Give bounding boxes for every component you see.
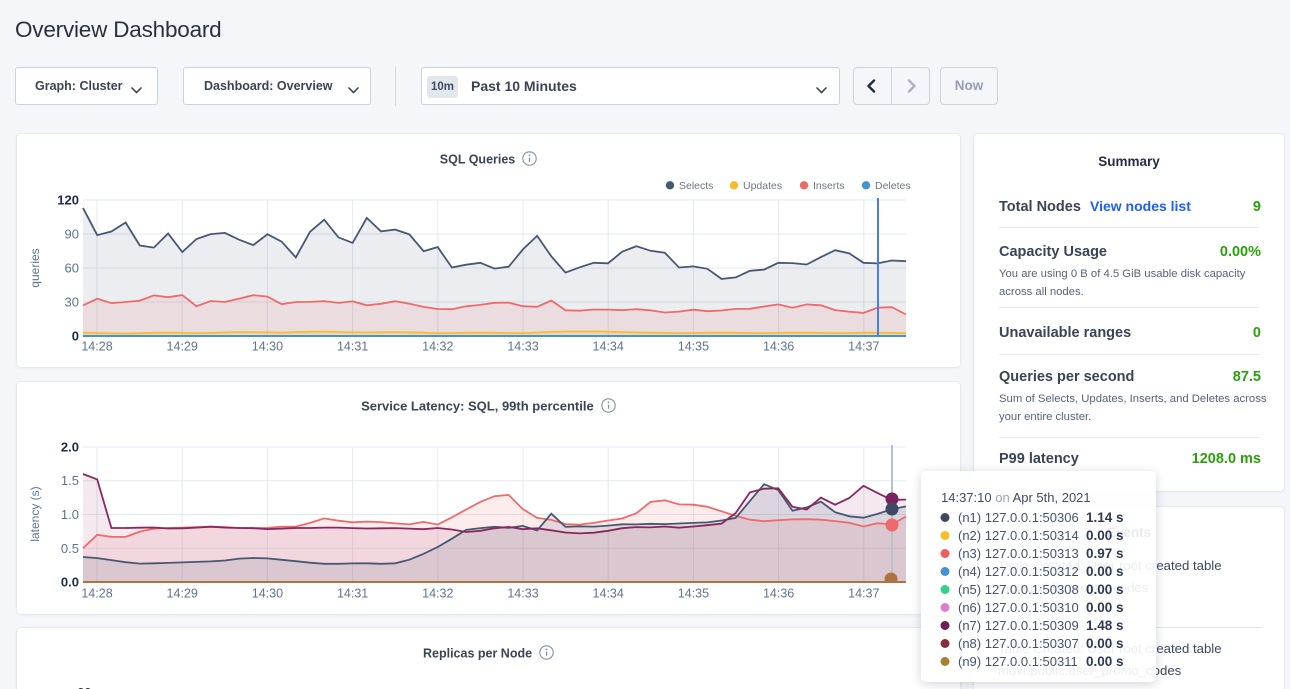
svg-text:0.0: 0.0 <box>61 575 79 590</box>
svg-text:14:31: 14:31 <box>337 587 368 601</box>
svg-text:0.00 s: 0.00 s <box>1086 654 1124 669</box>
svg-text:90: 90 <box>65 227 79 242</box>
svg-text:1.48 s: 1.48 s <box>1086 618 1124 633</box>
svg-text:0.00 s: 0.00 s <box>1086 636 1124 651</box>
svg-text:0.00 s: 0.00 s <box>1086 528 1124 543</box>
svg-text:14:37: 14:37 <box>848 587 879 601</box>
svg-text:14:29: 14:29 <box>167 587 198 601</box>
svg-text:1.0: 1.0 <box>61 507 79 522</box>
svg-text:1.5: 1.5 <box>61 473 79 488</box>
svg-text:14:30: 14:30 <box>252 587 283 601</box>
svg-text:14:28: 14:28 <box>81 587 112 601</box>
svg-text:0.97 s: 0.97 s <box>1086 546 1124 561</box>
svg-text:14:32: 14:32 <box>422 587 453 601</box>
svg-text:60: 60 <box>65 261 79 276</box>
svg-text:0.00 s: 0.00 s <box>1086 564 1124 579</box>
svg-text:(n5) 127.0.0.1:50308: (n5) 127.0.0.1:50308 <box>958 582 1079 597</box>
svg-text:14:37: 14:37 <box>848 340 879 354</box>
svg-text:Deletes: Deletes <box>875 180 911 192</box>
svg-text:0.5: 0.5 <box>61 541 79 556</box>
svg-text:(n3) 127.0.0.1:50313: (n3) 127.0.0.1:50313 <box>958 546 1079 561</box>
svg-text:14:32: 14:32 <box>422 340 453 354</box>
svg-text:(n6) 127.0.0.1:50310: (n6) 127.0.0.1:50310 <box>958 600 1079 615</box>
svg-text:0.00 s: 0.00 s <box>1086 582 1124 597</box>
svg-text:14:33: 14:33 <box>507 587 538 601</box>
svg-text:(n9) 127.0.0.1:50311: (n9) 127.0.0.1:50311 <box>958 654 1078 669</box>
svg-text:14:31: 14:31 <box>337 340 368 354</box>
svg-text:queries: queries <box>28 248 42 287</box>
svg-text:14:30: 14:30 <box>252 340 283 354</box>
svg-text:Inserts: Inserts <box>813 180 845 192</box>
svg-text:(n2) 127.0.0.1:50314: (n2) 127.0.0.1:50314 <box>958 528 1079 543</box>
svg-text:14:35: 14:35 <box>678 340 709 354</box>
svg-text:14:34: 14:34 <box>593 587 624 601</box>
svg-text:14:34: 14:34 <box>593 340 624 354</box>
svg-text:(n8) 127.0.0.1:50307: (n8) 127.0.0.1:50307 <box>958 636 1079 651</box>
svg-text:Selects: Selects <box>679 180 713 192</box>
svg-text:0: 0 <box>72 329 79 344</box>
svg-text:1.14 s: 1.14 s <box>1086 510 1124 525</box>
svg-text:(n7) 127.0.0.1:50309: (n7) 127.0.0.1:50309 <box>958 618 1079 633</box>
svg-text:0.00 s: 0.00 s <box>1086 600 1124 615</box>
svg-text:14:36: 14:36 <box>763 587 794 601</box>
svg-text:14:36: 14:36 <box>763 340 794 354</box>
svg-text:14:28: 14:28 <box>81 340 112 354</box>
svg-text:14:33: 14:33 <box>507 340 538 354</box>
svg-text:Updates: Updates <box>743 180 782 192</box>
svg-text:120: 120 <box>57 193 79 208</box>
svg-text:30: 30 <box>65 295 79 310</box>
svg-text:(n1) 127.0.0.1:50306: (n1) 127.0.0.1:50306 <box>958 510 1079 525</box>
svg-text:2.0: 2.0 <box>61 440 79 455</box>
svg-text:14:35: 14:35 <box>678 587 709 601</box>
svg-text:14:29: 14:29 <box>167 340 198 354</box>
svg-text:(n4) 127.0.0.1:50312: (n4) 127.0.0.1:50312 <box>958 564 1079 579</box>
svg-text:latency (s): latency (s) <box>28 486 42 541</box>
